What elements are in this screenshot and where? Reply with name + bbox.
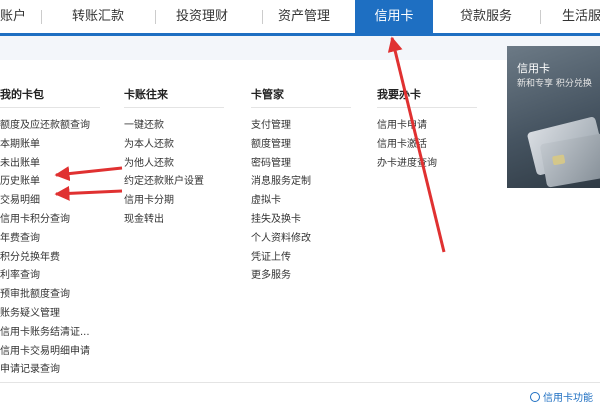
- annotation-arrow: [387, 36, 446, 253]
- annotation-arrow: [54, 185, 123, 201]
- annotation-overlay: [54, 36, 446, 253]
- annotation-arrow: [54, 166, 123, 182]
